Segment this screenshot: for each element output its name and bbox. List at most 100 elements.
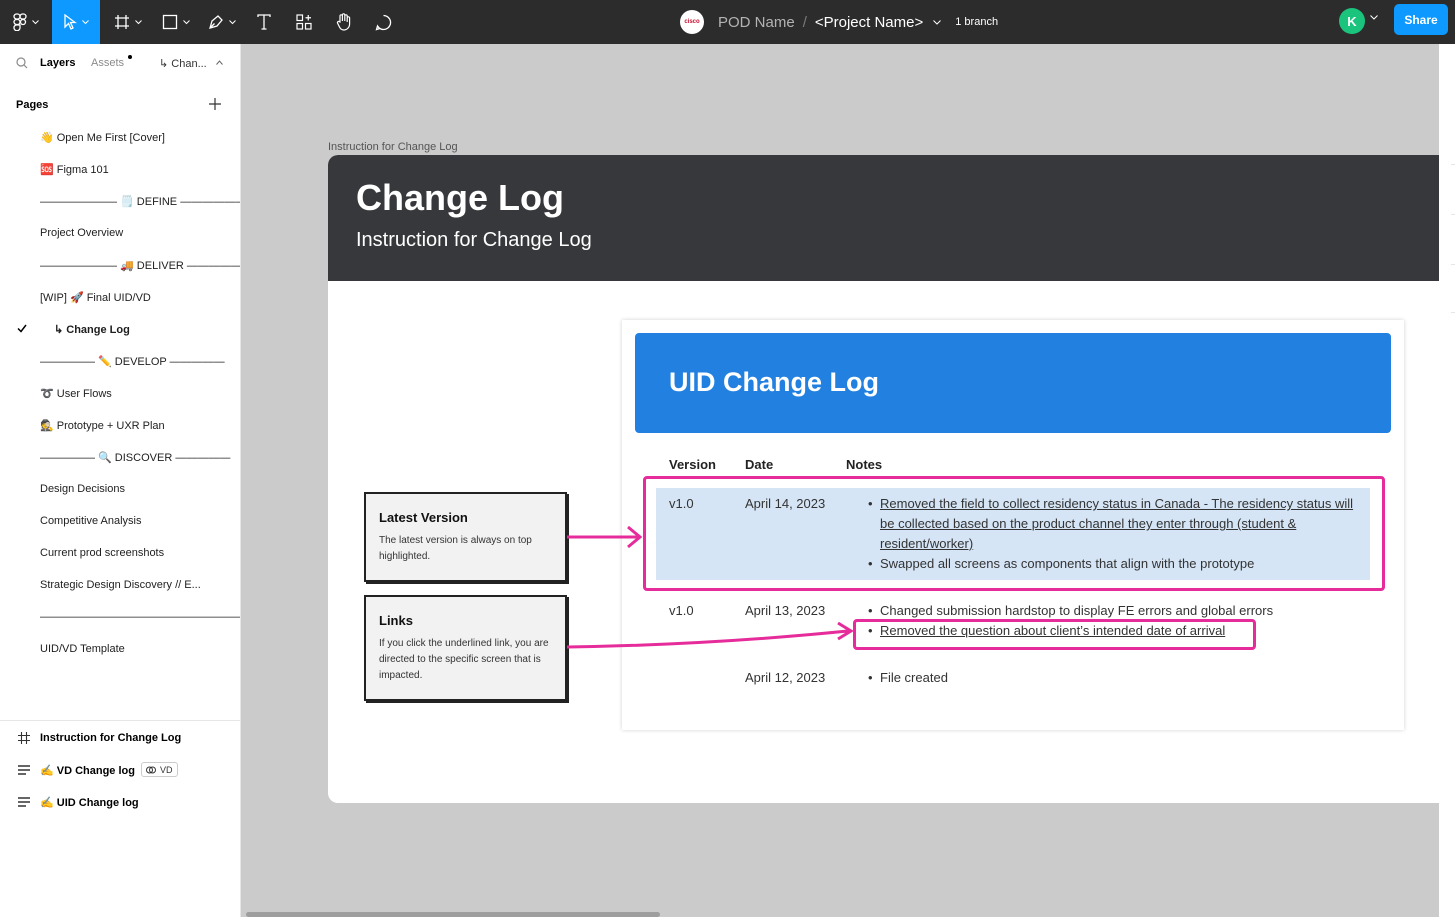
horizontal-scrollbar[interactable] (246, 912, 660, 917)
chevron-down-icon[interactable] (933, 19, 942, 25)
chevron-up-icon[interactable] (216, 60, 223, 65)
page-label: Current prod screenshots (40, 547, 165, 559)
arrow-latest (567, 525, 643, 549)
pages-header: Pages (16, 99, 49, 111)
page-label: ↳ Change Log (54, 323, 130, 336)
pen-tool-button[interactable] (202, 0, 242, 44)
annotation-arrows (566, 525, 854, 649)
component-badge: VD (141, 762, 178, 777)
assets-update-dot (128, 55, 132, 59)
hand-icon (336, 13, 351, 31)
frame-icon (18, 732, 30, 744)
page-item[interactable]: 👋 Open Me First [Cover] (0, 123, 240, 151)
chevron-down-icon[interactable] (1370, 15, 1378, 20)
page-item[interactable]: 🆘 Figma 101 (0, 155, 240, 183)
path-separator: / (802, 13, 807, 31)
rectangle-icon (162, 14, 178, 30)
chevron-down-icon (135, 19, 142, 24)
search-icon[interactable] (16, 57, 28, 72)
page-item[interactable]: ———————————————————— (0, 603, 240, 631)
page-item[interactable]: ➰ User Flows (0, 379, 240, 407)
layer-label: ✍️ VD Change log (40, 764, 135, 777)
page-item[interactable]: Project Overview (0, 219, 240, 247)
divider (0, 720, 240, 721)
page-item[interactable]: ——————— 🗒️ DEFINE ——————— (0, 187, 240, 215)
layer-vd-change-log[interactable]: ✍️ VD Change log VD (0, 756, 240, 784)
frame-tool-button[interactable] (108, 0, 148, 44)
figma-menu-button[interactable] (0, 0, 52, 44)
tab-assets[interactable]: Assets (91, 57, 124, 69)
figma-logo-icon (13, 13, 27, 31)
comment-tool-button[interactable] (369, 0, 397, 44)
user-avatar[interactable]: K (1339, 8, 1365, 34)
instruction-frame[interactable]: Change Log Instruction for Change Log La… (328, 155, 1439, 803)
page-item[interactable]: 🕵️ Prototype + UXR Plan (0, 411, 240, 439)
resources-tool-button[interactable] (290, 0, 318, 44)
page-item[interactable]: Design Decisions (0, 475, 240, 503)
frame-icon (115, 15, 129, 29)
arrow-links (566, 621, 854, 649)
frame-label[interactable]: Instruction for Change Log (328, 141, 458, 153)
left-panel: Layers Assets ↳ Chan... Pages 👋 Open Me … (0, 44, 241, 917)
page-label: ——————— 🗒️ DEFINE ——————— (40, 195, 240, 208)
link-icon (146, 766, 156, 774)
right-properties-strip (1439, 44, 1455, 917)
page-item[interactable]: ↳ Change Log (0, 315, 240, 343)
cursor-icon (64, 14, 77, 30)
chevron-down-icon (82, 19, 89, 24)
project-name[interactable]: <Project Name> (815, 14, 923, 31)
hand-tool-button[interactable] (330, 0, 358, 44)
pod-name[interactable]: POD Name (718, 14, 795, 31)
page-label: ——————— 🚚 DELIVER ——————— (40, 259, 240, 272)
page-label: Strategic Design Discovery // E... (40, 579, 201, 591)
shape-tool-button[interactable] (156, 0, 196, 44)
page-label: ————— ✏️ DEVELOP ————— (40, 355, 225, 368)
page-label: Project Overview (40, 227, 124, 239)
layer-label: ✍️ UID Change log (40, 796, 139, 809)
canvas[interactable]: Instruction for Change Log Change Log In… (241, 44, 1439, 917)
page-item[interactable]: [WIP] 🚀 Final UID/VD (0, 283, 240, 311)
comment-icon (375, 14, 391, 30)
toolbar: cisco POD Name / <Project Name> 1 branch… (0, 0, 1455, 44)
page-item[interactable]: Current prod screenshots (0, 539, 240, 567)
badge-label: VD (160, 764, 173, 775)
page-switcher[interactable]: ↳ Chan... (159, 57, 207, 70)
text-layer-icon (18, 765, 30, 775)
page-item[interactable]: UID/VD Template (0, 635, 240, 663)
branch-count[interactable]: 1 branch (955, 16, 998, 28)
layer-instruction-frame[interactable]: Instruction for Change Log (0, 724, 240, 752)
page-label: [WIP] 🚀 Final UID/VD (40, 291, 151, 304)
chevron-down-icon (183, 19, 190, 24)
share-button[interactable]: Share (1394, 4, 1448, 35)
page-label: ————— 🔍 DISCOVER ————— (40, 451, 231, 464)
add-page-icon[interactable] (208, 97, 222, 111)
pen-icon (209, 15, 223, 29)
layer-label: Instruction for Change Log (40, 732, 182, 744)
cisco-logo-icon: cisco (680, 10, 704, 34)
page-item[interactable]: Competitive Analysis (0, 507, 240, 535)
page-item[interactable]: ————— 🔍 DISCOVER ————— (0, 443, 240, 471)
page-item[interactable]: ————— ✏️ DEVELOP ————— (0, 347, 240, 375)
page-item[interactable]: Strategic Design Discovery // E... (0, 571, 240, 599)
chevron-down-icon (229, 19, 236, 24)
page-item[interactable]: ——————— 🚚 DELIVER ——————— (0, 251, 240, 279)
text-tool-button[interactable] (250, 0, 278, 44)
chevron-down-icon (32, 19, 39, 24)
text-icon (257, 14, 271, 30)
layer-uid-change-log[interactable]: ✍️ UID Change log (0, 788, 240, 816)
check-icon (17, 324, 27, 333)
page-label: Competitive Analysis (40, 515, 142, 527)
page-label: UID/VD Template (40, 643, 125, 655)
panel-tabs: Layers Assets ↳ Chan... (0, 44, 240, 84)
page-label: Design Decisions (40, 483, 125, 495)
page-label: ➰ User Flows (40, 387, 112, 400)
page-label: 🆘 Figma 101 (40, 163, 109, 176)
tab-layers[interactable]: Layers (40, 57, 75, 69)
file-info: cisco POD Name / <Project Name> 1 branch (680, 0, 998, 44)
page-label: 👋 Open Me First [Cover] (40, 131, 165, 144)
move-tool-button[interactable] (52, 0, 100, 44)
text-layer-icon (18, 797, 30, 807)
page-label: 🕵️ Prototype + UXR Plan (40, 419, 165, 432)
resources-icon (296, 14, 312, 30)
page-label: ———————————————————— (40, 611, 240, 623)
